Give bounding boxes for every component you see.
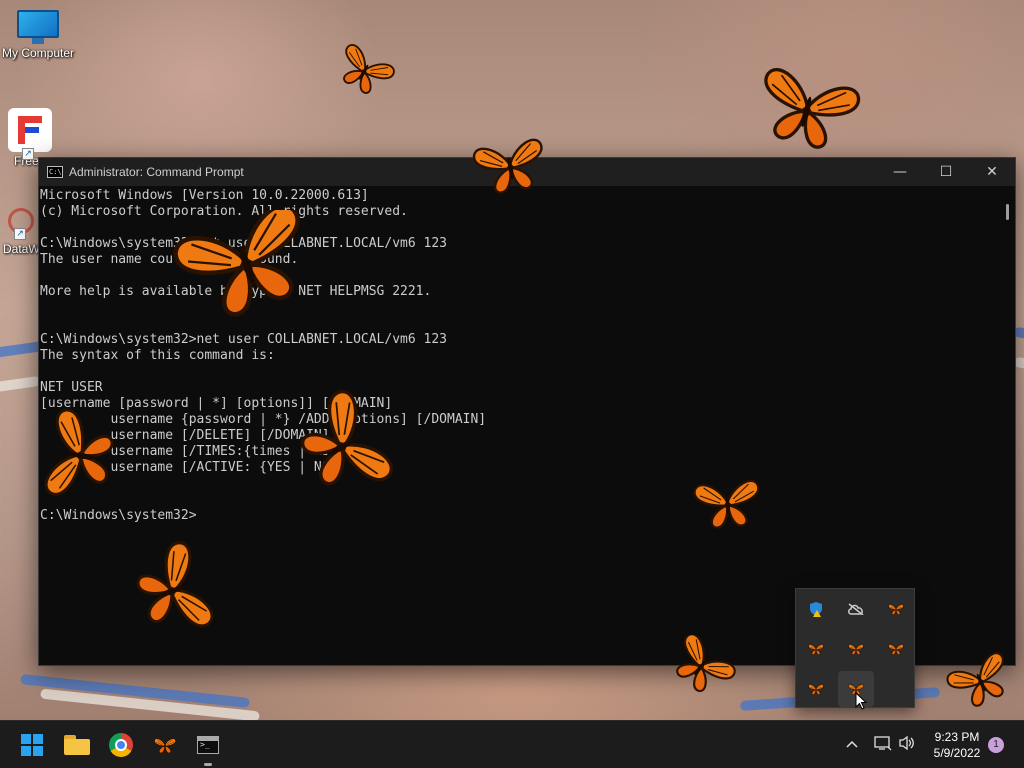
desktop-icon-my-computer[interactable]: My Computer	[0, 10, 76, 60]
dataw-icon: ↗	[0, 206, 40, 240]
butterfly-icon	[331, 41, 397, 102]
desktop-icon-label: My Computer	[1, 46, 75, 60]
volume-icon[interactable]	[898, 735, 916, 755]
computer-icon	[17, 10, 59, 44]
taskbar-file-explorer[interactable]	[59, 727, 95, 763]
shortcut-arrow-icon: ↗	[22, 148, 34, 160]
console-line: username [/TIMES:{times | ALL}]	[40, 444, 354, 459]
vertical-scrollbar[interactable]	[999, 186, 1015, 665]
close-button[interactable]: ✕	[969, 158, 1015, 186]
console-line: C:\Windows\system32>	[40, 508, 197, 523]
network-icon[interactable]	[874, 735, 892, 755]
notification-badge[interactable]: 1	[988, 737, 1004, 753]
shortcut-arrow-icon: ↗	[14, 228, 26, 240]
taskbar-command-prompt[interactable]	[190, 727, 226, 763]
show-hidden-icons-button[interactable]	[846, 736, 858, 752]
folder-icon	[64, 735, 90, 755]
butterfly-icon	[665, 635, 739, 695]
scrollbar-thumb[interactable]	[1006, 204, 1009, 220]
maximize-button[interactable]: ☐	[923, 158, 969, 186]
console-line: [username [password | *] [options]] [/DO…	[40, 396, 393, 411]
butterfly-icon	[145, 210, 325, 330]
console-line: username {password | *} /ADD [options] […	[40, 412, 487, 427]
tray-overflow-flyout	[795, 588, 915, 708]
butterfly-icon	[692, 479, 763, 531]
console-line: username [/ACTIVE: {YES | NO}]	[40, 460, 346, 475]
desktop-icon-dataw[interactable]: ↗ DataW	[0, 206, 40, 256]
butterfly-tray-icon[interactable]	[798, 631, 834, 667]
clock-time: 9:23 PM	[934, 730, 980, 744]
taskbar-butterfly-app[interactable]	[147, 727, 183, 763]
defender-warning-icon[interactable]	[798, 591, 834, 627]
butterfly-icon	[153, 738, 177, 754]
butterfly-tray-icon[interactable]	[878, 631, 914, 667]
taskbar: 9:23 PM 5/9/2022 1	[0, 720, 1024, 768]
minimize-button[interactable]: —	[877, 158, 923, 186]
taskbar-clock[interactable]: 9:23 PM 5/9/2022	[924, 729, 990, 761]
console-line: C:\Windows\system32>net user COLLABNET.L…	[40, 332, 447, 347]
butterfly-icon	[750, 65, 863, 150]
cmd-app-icon: C:\	[47, 166, 63, 178]
mouse-cursor-icon	[855, 692, 867, 710]
cmd-icon	[197, 736, 219, 754]
wallpaper-stripe	[0, 375, 41, 395]
freeapp-icon: ↗	[8, 108, 52, 160]
desktop-icon-label: DataW	[3, 242, 40, 256]
butterfly-tray-icon[interactable]	[838, 631, 874, 667]
chevron-up-icon	[846, 740, 858, 748]
butterfly-icon	[42, 407, 115, 505]
butterfly-tray-icon[interactable]	[878, 591, 914, 627]
butterfly-icon	[471, 137, 550, 198]
start-button[interactable]	[14, 727, 50, 763]
console-line: username [/DELETE] [/DOMAIN]	[40, 428, 330, 443]
butterfly-icon	[295, 390, 395, 500]
active-app-indicator	[204, 763, 212, 766]
windows-logo-icon	[21, 734, 43, 756]
butterfly-tray-icon[interactable]	[798, 671, 834, 707]
clock-date: 5/9/2022	[933, 746, 981, 760]
console-line: NET USER	[40, 380, 103, 395]
butterfly-icon	[945, 649, 1015, 715]
butterfly-icon	[135, 538, 215, 644]
chrome-icon	[109, 733, 133, 757]
onedrive-offline-icon[interactable]	[838, 591, 874, 627]
taskbar-chrome[interactable]	[103, 727, 139, 763]
console-line: The syntax of this command is:	[40, 348, 275, 363]
